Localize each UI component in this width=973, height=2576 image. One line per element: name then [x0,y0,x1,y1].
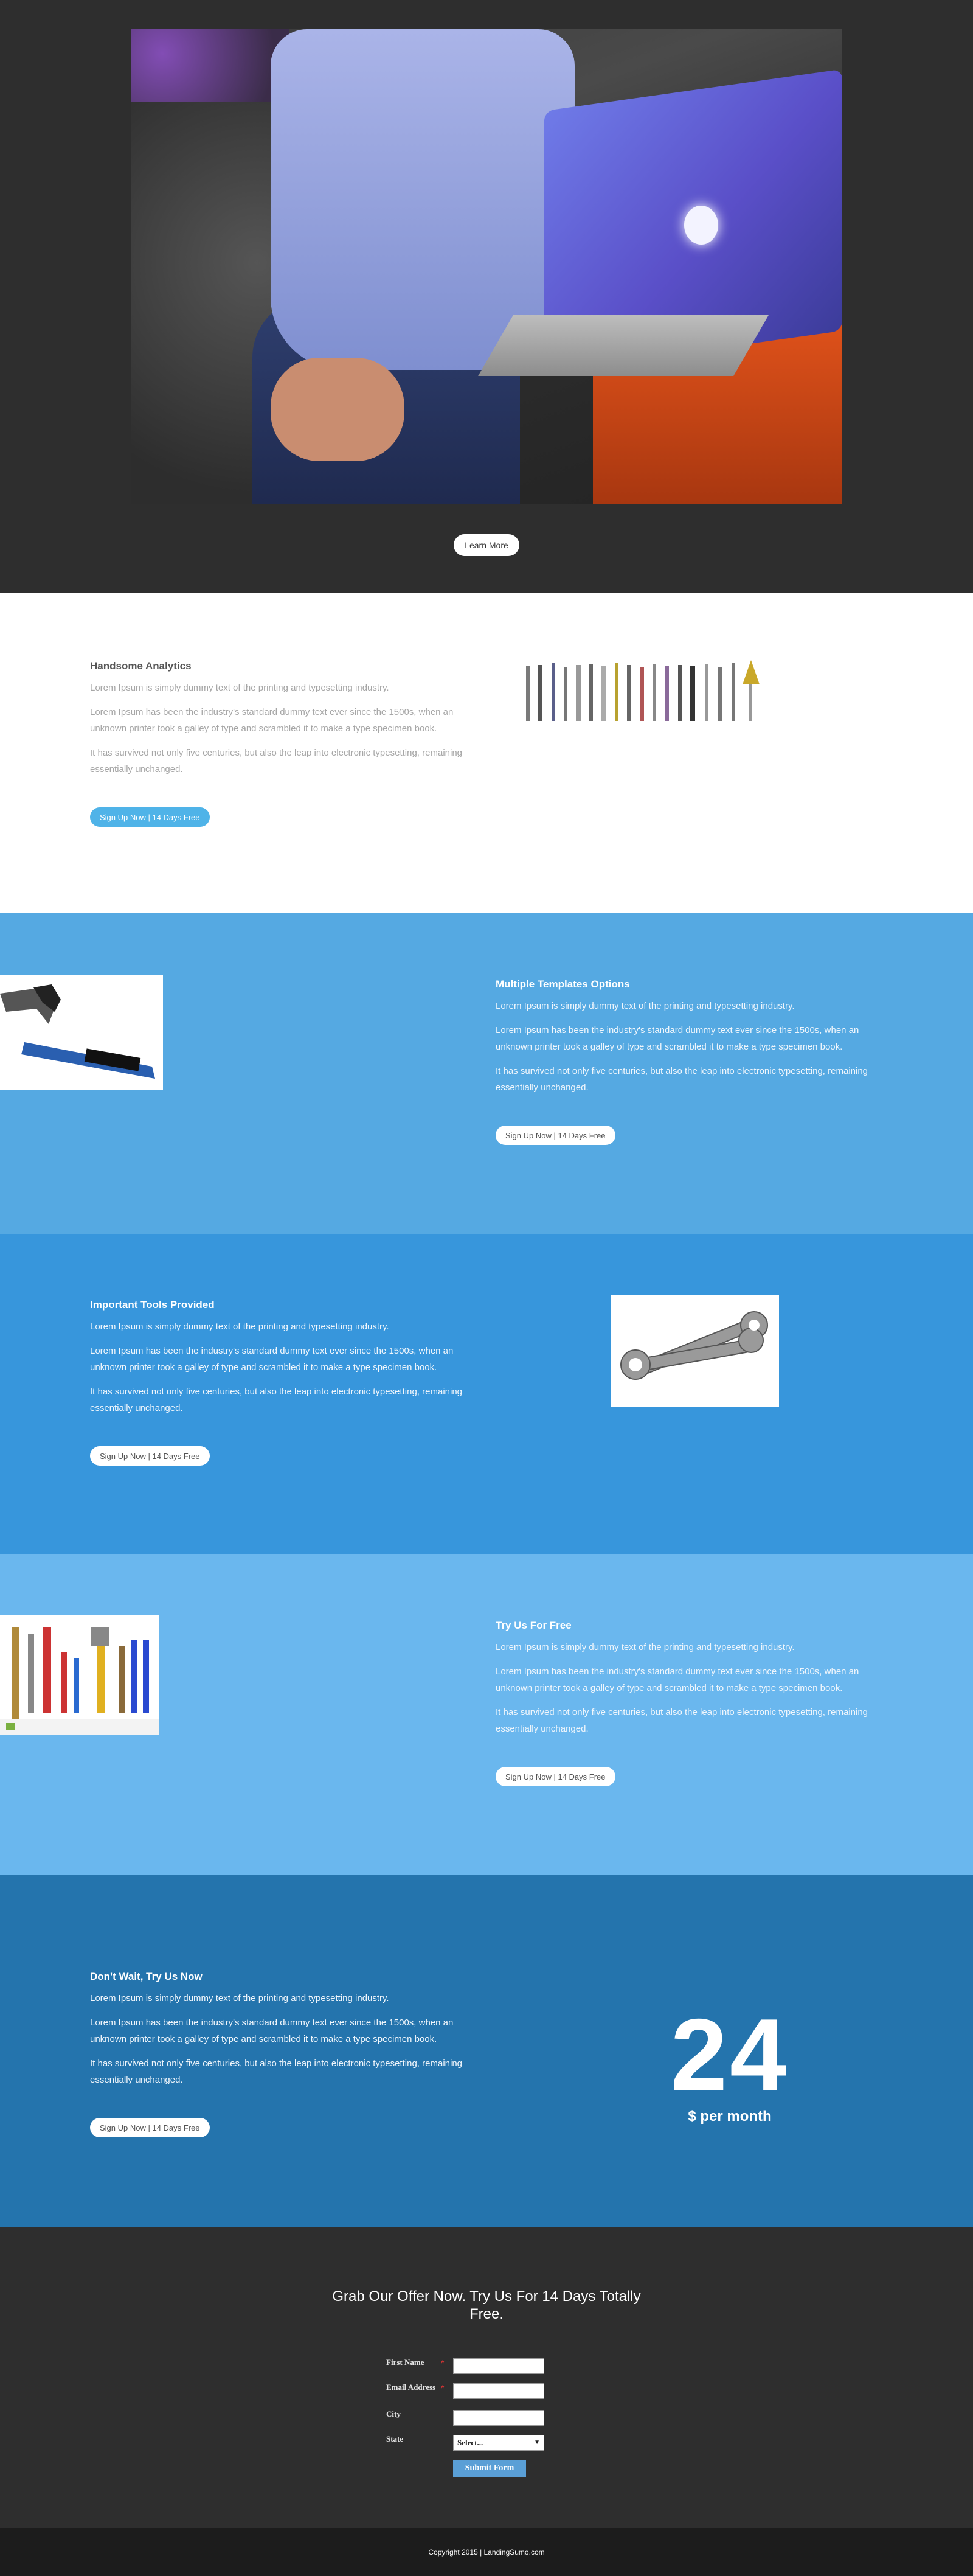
feature-section-templates: Multiple Templates Options Lorem Ipsum i… [0,913,973,1234]
feature-paragraph: Lorem Ipsum is simply dummy text of the … [90,1993,389,2003]
feature-paragraph: Lorem Ipsum is simply dummy text of the … [496,1642,795,1652]
first-name-label: First Name [386,2358,424,2367]
email-field[interactable] [453,2383,544,2399]
feature-section-analytics: Handsome Analytics Lorem Ipsum is simply… [0,593,973,913]
feature-title: Try Us For Free [496,1620,572,1631]
hero-photo-laptop-man [131,29,842,504]
feature-text: Try Us For Free Lorem Ipsum is simply du… [496,1620,873,1786]
feature-paragraph: It has survived not only five centuries,… [496,1066,868,1093]
hero-section: Learn More [0,0,973,593]
feature-paragraph: Lorem Ipsum is simply dummy text of the … [90,683,389,693]
feature-paragraph: It has survived not only five centuries,… [496,1707,868,1734]
email-address-label: Email Address [386,2383,436,2392]
feature-paragraph: It has survived not only five centuries,… [90,1387,463,1413]
form-row-city: City [386,2410,544,2426]
feature-paragraph: Lorem Ipsum has been the industry's stan… [496,1025,859,1052]
feature-paragraph: It has survived not only five centuries,… [90,748,463,775]
state-label: State [386,2434,404,2443]
wrenches-image [611,1295,779,1407]
city-label: City [386,2409,401,2418]
required-mark: * [441,2358,445,2368]
form-row-first-name: First Name * [386,2358,544,2374]
form-title: Grab Our Offer Now. Try Us For 14 Days T… [332,2288,641,2322]
learn-more-button[interactable]: Learn More [454,534,519,556]
signup-button[interactable]: Sign Up Now | 14 Days Free [90,1446,210,1466]
feature-paragraph: Lorem Ipsum is simply dummy text of the … [90,1321,389,1332]
feature-title: Important Tools Provided [90,1299,215,1311]
feature-section-tools: Important Tools Provided Lorem Ipsum is … [0,1234,973,1554]
feature-paragraph: Lorem Ipsum has been the industry's stan… [90,707,454,734]
chevron-down-icon: ▼ [534,2439,540,2446]
city-field[interactable] [453,2410,544,2426]
price-display: 24 $ per month [660,1997,800,2125]
signup-button[interactable]: Sign Up Now | 14 Days Free [496,1126,615,1145]
feature-section-pricing: Don't Wait, Try Us Now Lorem Ipsum is si… [0,1875,973,2227]
feature-paragraph: Lorem Ipsum has been the industry's stan… [90,2017,454,2044]
feature-section-free: Try Us For Free Lorem Ipsum is simply du… [0,1554,973,1875]
signup-form-section: Grab Our Offer Now. Try Us For 14 Days T… [0,2227,973,2528]
feature-text: Important Tools Provided Lorem Ipsum is … [90,1299,467,1466]
first-name-field[interactable] [453,2358,544,2374]
hammer-image [0,975,163,1090]
feature-paragraph: Lorem Ipsum has been the industry's stan… [496,1666,859,1693]
feature-title: Don't Wait, Try Us Now [90,1971,203,1982]
signup-button[interactable]: Sign Up Now | 14 Days Free [496,1767,615,1786]
feature-text: Multiple Templates Options Lorem Ipsum i… [496,978,873,1145]
toolset-image [0,1615,159,1735]
feature-paragraph: Lorem Ipsum has been the industry's stan… [90,1346,454,1373]
feature-text: Handsome Analytics Lorem Ipsum is simply… [90,660,467,827]
submit-form-button[interactable]: Submit Form [453,2460,526,2477]
form-row-email: Email Address * [386,2383,544,2399]
feature-text: Don't Wait, Try Us Now Lorem Ipsum is si… [90,1971,467,2137]
price-amount: 24 [670,1997,789,2112]
signup-button[interactable]: Sign Up Now | 14 Days Free [90,2118,210,2137]
copyright-text: Copyright 2015 | LandingSumo.com [428,2547,545,2557]
feature-title: Multiple Templates Options [496,978,630,990]
state-selected-value: Select... [457,2438,483,2447]
feature-paragraph: It has survived not only five centuries,… [90,2058,463,2085]
state-select[interactable]: Select... ▼ [453,2435,544,2451]
signup-button[interactable]: Sign Up Now | 14 Days Free [90,807,210,827]
form-row-state: State Select... ▼ [386,2435,544,2451]
feature-title: Handsome Analytics [90,660,192,672]
required-mark: * [441,2383,445,2393]
feature-paragraph: Lorem Ipsum is simply dummy text of the … [496,1001,795,1011]
drill-bits-image [520,654,778,730]
footer: Copyright 2015 | LandingSumo.com [0,2528,973,2576]
